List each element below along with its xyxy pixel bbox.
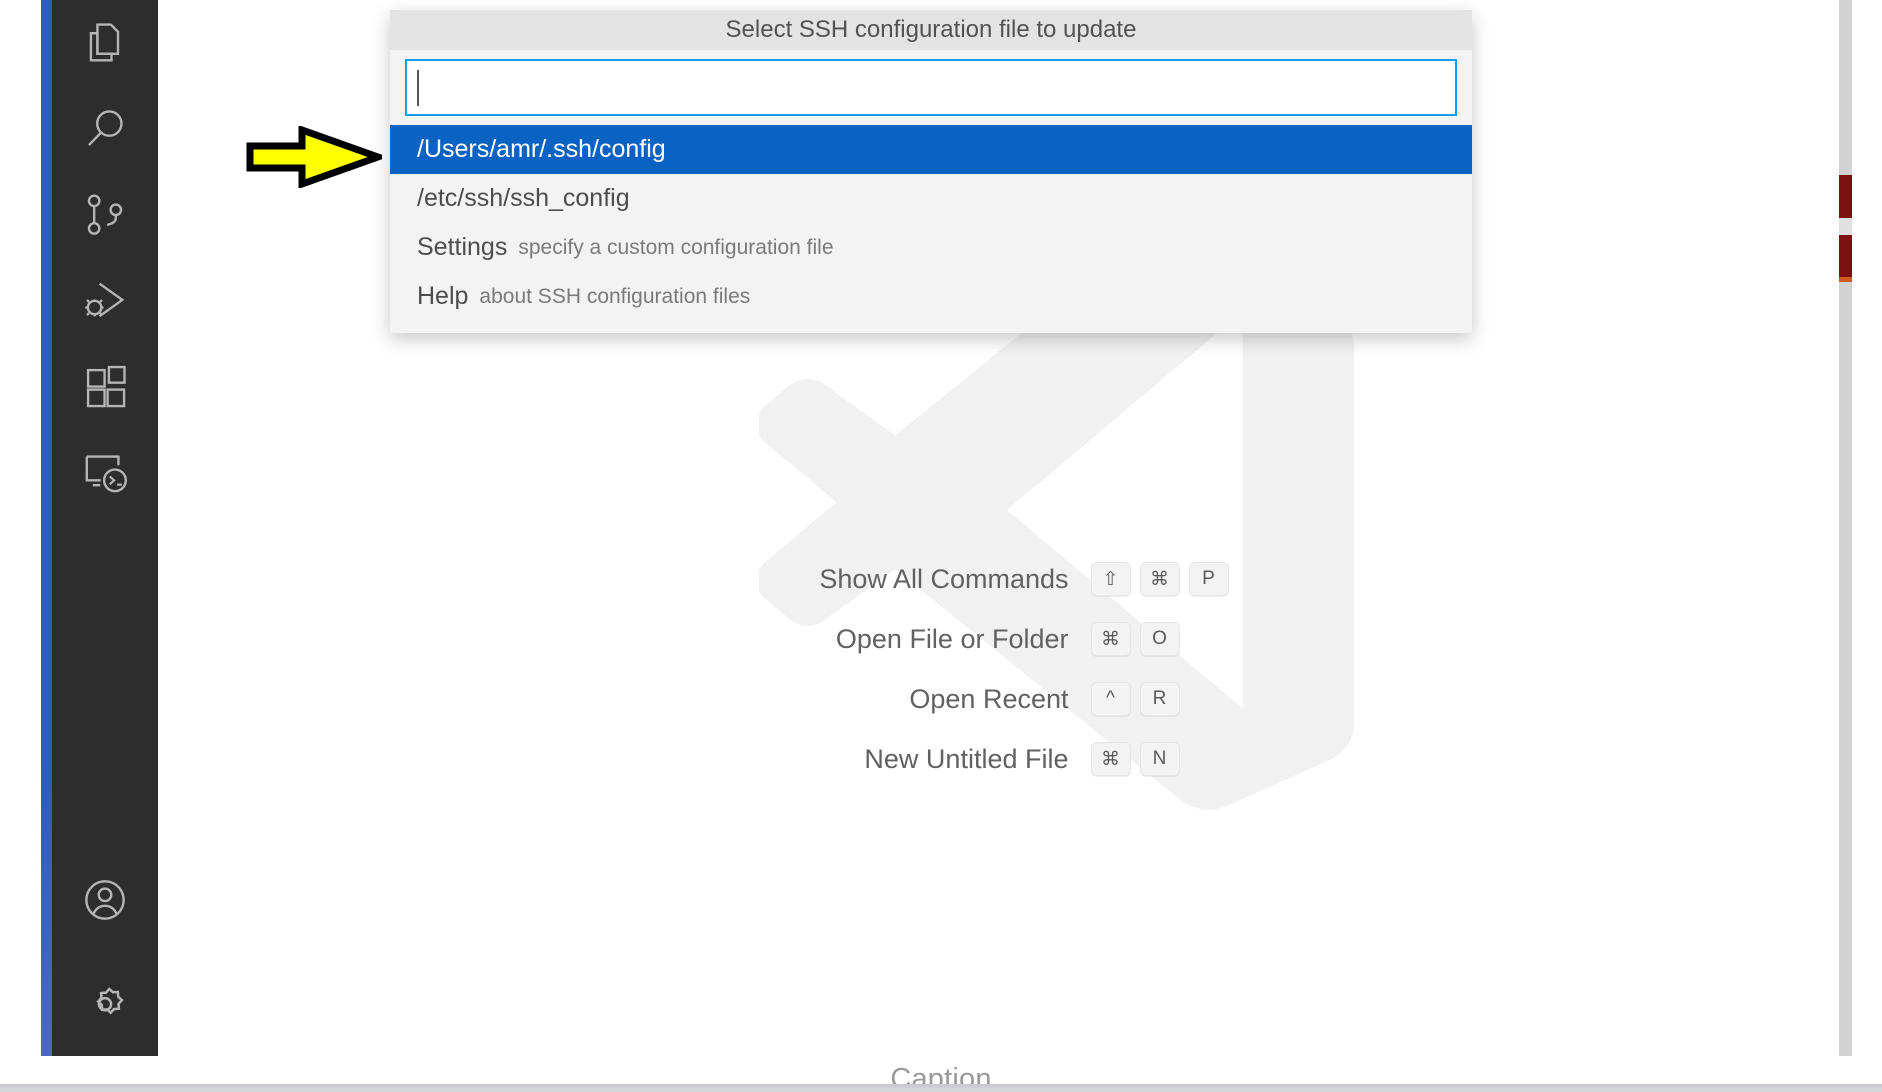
- quick-pick[interactable]: Select SSH configuration file to update …: [390, 10, 1472, 333]
- quick-pick-item-label: Settings: [417, 233, 507, 262]
- debug-icon: [79, 275, 131, 327]
- screenshot-root: Show All Commands ⇧ ⌘ P Open File or Fol…: [0, 0, 1882, 1092]
- key-command: ⌘: [1140, 562, 1180, 596]
- scrollbar-thumb[interactable]: [1839, 218, 1852, 235]
- pointer-arrow-icon: [246, 126, 382, 188]
- gear-icon: [78, 974, 132, 1028]
- key-command: ⌘: [1091, 622, 1131, 656]
- editor-scrollbar-strip[interactable]: [1839, 0, 1852, 1056]
- key-shift: ⇧: [1091, 562, 1131, 596]
- search-icon: [79, 103, 131, 155]
- quick-pick-item-label: Help: [417, 282, 468, 311]
- key-control: ^: [1091, 682, 1131, 716]
- watermark-shortcuts: Show All Commands ⇧ ⌘ P Open File or Fol…: [199, 562, 1882, 776]
- quick-pick-item-etc-ssh-config[interactable]: /etc/ssh/ssh_config: [390, 174, 1472, 223]
- activity-bar[interactable]: [52, 0, 158, 1056]
- quick-pick-input-wrap: [390, 50, 1472, 125]
- sidebar-item-manage[interactable]: [52, 946, 158, 1056]
- watermark-label: Open Recent: [801, 684, 1091, 715]
- keybinding-group: ^ R: [1091, 682, 1281, 716]
- quick-pick-item-description: specify a custom configuration file: [518, 236, 833, 260]
- watermark-row-new-untitled-file[interactable]: New Untitled File ⌘ N: [801, 742, 1281, 776]
- key-r: R: [1140, 682, 1180, 716]
- bottom-band: [0, 1084, 1882, 1092]
- watermark-label: Open File or Folder: [801, 624, 1091, 655]
- quick-pick-item-label: /Users/amr/.ssh/config: [417, 135, 666, 164]
- keybinding-group: ⌘ N: [1091, 742, 1281, 776]
- sidebar-item-run-and-debug[interactable]: [52, 258, 158, 344]
- key-command: ⌘: [1091, 742, 1131, 776]
- quick-pick-item-settings[interactable]: Settings specify a custom configuration …: [390, 223, 1472, 272]
- files-icon: [79, 17, 131, 69]
- sidebar-item-explorer[interactable]: [52, 0, 158, 86]
- quick-pick-item-user-ssh-config[interactable]: /Users/amr/.ssh/config: [390, 125, 1472, 174]
- sidebar-item-source-control[interactable]: [52, 172, 158, 258]
- scrollbar-warning-marker: [1839, 277, 1852, 282]
- keybinding-group: ⌘ O: [1091, 622, 1281, 656]
- quick-pick-item-label: /etc/ssh/ssh_config: [417, 184, 630, 213]
- remote-explorer-icon: [79, 447, 131, 499]
- key-o: O: [1140, 622, 1180, 656]
- window-accent-border: [41, 0, 52, 1056]
- watermark-label: Show All Commands: [801, 564, 1091, 595]
- watermark-row-show-all-commands[interactable]: Show All Commands ⇧ ⌘ P: [801, 562, 1281, 596]
- source-control-icon: [79, 189, 131, 241]
- watermark-label: New Untitled File: [801, 744, 1091, 775]
- key-p: P: [1189, 562, 1229, 596]
- key-n: N: [1140, 742, 1180, 776]
- extensions-icon: [79, 361, 131, 413]
- sidebar-item-extensions[interactable]: [52, 344, 158, 430]
- text-caret: [417, 70, 419, 106]
- watermark-row-open-file-or-folder[interactable]: Open File or Folder ⌘ O: [801, 622, 1281, 656]
- account-icon: [79, 874, 131, 926]
- watermark-row-open-recent[interactable]: Open Recent ^ R: [801, 682, 1281, 716]
- sidebar-item-accounts[interactable]: [52, 854, 158, 946]
- keybinding-group: ⇧ ⌘ P: [1091, 562, 1281, 596]
- quick-pick-list[interactable]: /Users/amr/.ssh/config /etc/ssh/ssh_conf…: [390, 125, 1472, 333]
- quick-pick-item-help[interactable]: Help about SSH configuration files: [390, 272, 1472, 321]
- sidebar-item-remote-explorer[interactable]: [52, 430, 158, 516]
- quick-pick-input[interactable]: [405, 59, 1457, 116]
- sidebar-item-search[interactable]: [52, 86, 158, 172]
- quick-pick-title: Select SSH configuration file to update: [390, 10, 1472, 50]
- quick-pick-item-description: about SSH configuration files: [479, 285, 750, 309]
